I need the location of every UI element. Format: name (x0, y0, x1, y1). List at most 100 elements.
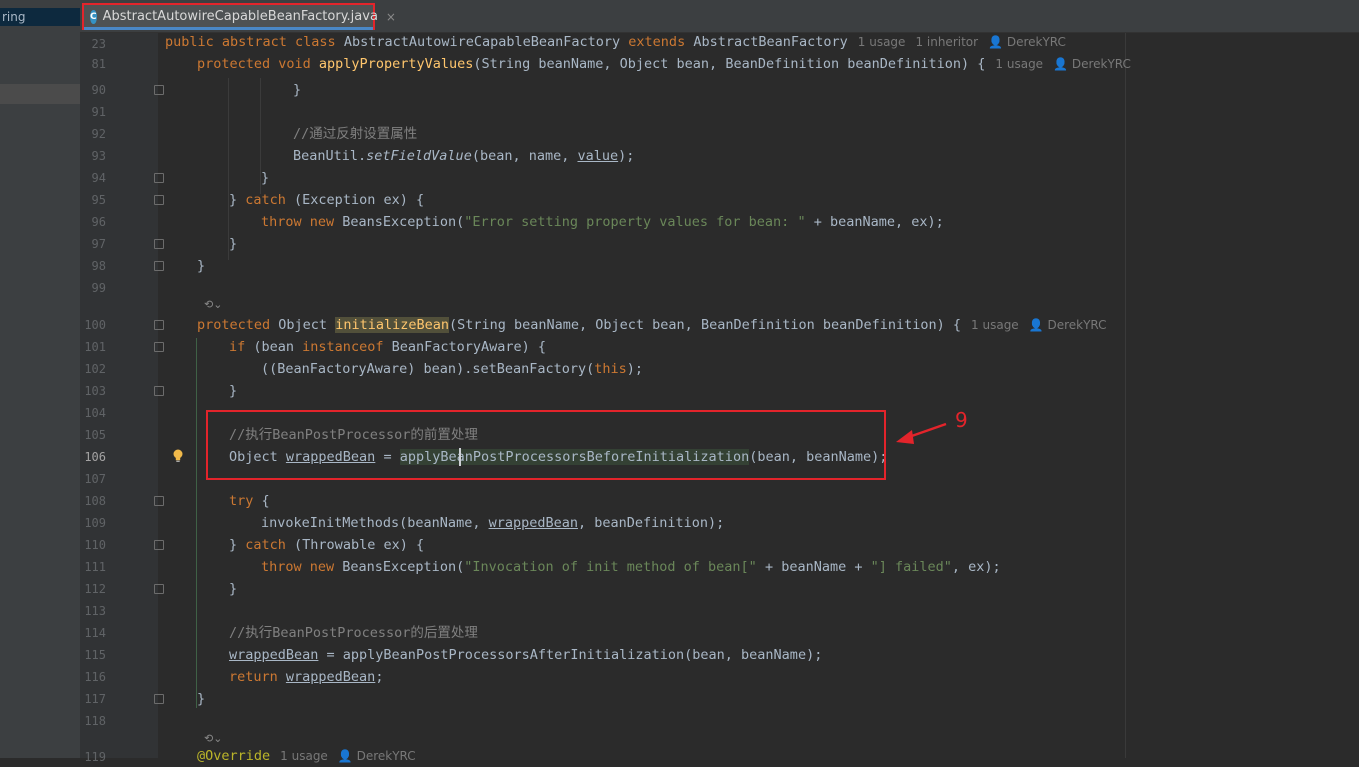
tab-abstract-autowire-capable-bean-factory[interactable]: C AbstractAutowireCapableBeanFactory.jav… (82, 3, 396, 30)
fold-marker-icon[interactable] (154, 173, 164, 183)
author-hint[interactable]: 👤 DerekYRC (988, 35, 1066, 49)
code-line-90[interactable]: } (293, 79, 301, 101)
inheritor-hint[interactable]: 1 inheritor (915, 35, 978, 49)
code-annotation: @Override (197, 748, 271, 764)
fold-marker-icon[interactable] (154, 540, 164, 550)
code-token: wrappedBean (229, 647, 319, 663)
usage-hint[interactable]: 1 usage (280, 749, 328, 763)
code-line-114[interactable]: //执行BeanPostProcessor的后置处理 (229, 622, 478, 644)
code-token: + beanName + (756, 559, 871, 575)
code-line-96[interactable]: throw new BeansException("Error setting … (261, 211, 944, 233)
line-number: 101 (84, 340, 106, 354)
code-line-115[interactable]: wrappedBean = applyBeanPostProcessorsAft… (229, 644, 822, 666)
code-token: ((BeanFactoryAware) bean).setBeanFactory… (261, 361, 595, 377)
code-token: + beanName, ex); (805, 214, 944, 230)
usage-hint[interactable]: 1 usage (971, 318, 1019, 332)
right-margin-guide (1125, 33, 1126, 758)
fold-marker-icon[interactable] (154, 496, 164, 506)
line-number: 92 (91, 127, 106, 141)
line-number: 113 (84, 604, 106, 618)
code-token: try (229, 493, 262, 509)
code-token: this (594, 361, 627, 377)
code-token: ); (626, 361, 644, 377)
line-number: 97 (91, 237, 106, 251)
line-number: 94 (91, 171, 106, 185)
code-line-94[interactable]: } (261, 167, 269, 189)
annotation-arrow-icon (896, 422, 947, 444)
code-token: AbstractBeanFactory (693, 34, 848, 50)
fold-marker-icon[interactable] (154, 239, 164, 249)
code-line-100[interactable]: protected Object initializeBean(String b… (197, 314, 1107, 336)
usage-hint[interactable]: 1 usage (995, 57, 1043, 71)
code-line-93[interactable]: BeanUtil.setFieldValue(bean, name, value… (293, 145, 634, 167)
project-tree-item[interactable]: ring (0, 8, 80, 26)
lightbulb-icon[interactable] (172, 449, 184, 463)
code-line-103[interactable]: } (229, 380, 237, 402)
code-token: (bean (253, 339, 303, 355)
code-token: (bean, name, (471, 148, 578, 164)
fold-marker-icon[interactable] (154, 261, 164, 271)
code-token: catch (245, 192, 295, 208)
code-token: BeanFactoryAware) { (391, 339, 547, 355)
code-line-81[interactable]: protected void applyPropertyValues(Strin… (197, 53, 1131, 75)
active-tab-indicator (84, 27, 373, 30)
code-line-112[interactable]: } (229, 578, 237, 600)
code-token: (Throwable ex) { (294, 537, 425, 553)
line-number: 81 (91, 57, 106, 71)
author-hint[interactable]: 👤 DerekYRC (1029, 318, 1107, 332)
java-class-icon: C (90, 9, 97, 24)
code-token: wrappedBean (285, 669, 376, 685)
code-token: public abstract class (165, 34, 344, 50)
line-number: 104 (84, 406, 106, 420)
line-number: 95 (91, 193, 106, 207)
code-line-97[interactable]: } (229, 233, 237, 255)
code-token: return (229, 669, 286, 685)
fold-marker-icon[interactable] (154, 694, 164, 704)
code-line-23[interactable]: public abstract class AbstractAutowireCa… (165, 31, 1066, 53)
code-line-98[interactable]: } (197, 255, 205, 277)
fold-marker-icon[interactable] (154, 320, 164, 330)
code-line-117[interactable]: } (197, 688, 205, 710)
code-line-111[interactable]: throw new BeansException("Invocation of … (261, 556, 1001, 578)
project-tree-selected-row[interactable] (0, 84, 80, 104)
annotation-highlight-box (206, 410, 886, 480)
code-comment: //通过反射设置属性 (293, 126, 418, 142)
code-lens-icon[interactable]: ⟲⌄ (204, 732, 222, 745)
code-lens-icon[interactable]: ⟲⌄ (204, 298, 222, 311)
close-icon[interactable]: × (386, 10, 396, 24)
code-line-92[interactable]: //通过反射设置属性 (293, 123, 417, 145)
changed-lines-marker (196, 338, 197, 708)
author-name: DerekYRC (1071, 57, 1131, 71)
code-line-110[interactable]: } catch (Throwable ex) { (229, 534, 424, 556)
line-number: 93 (91, 149, 106, 163)
code-token: } (229, 537, 246, 553)
code-line-119[interactable]: @Override 1 usage 👤 DerekYRC (197, 745, 416, 767)
line-number: 117 (84, 692, 106, 706)
code-token: AbstractAutowireCapableBeanFactory (343, 34, 629, 50)
line-number: 118 (84, 714, 106, 728)
line-number: 98 (91, 259, 106, 273)
code-line-95[interactable]: } catch (Exception ex) { (229, 189, 424, 211)
code-token: , beanDefinition); (577, 515, 725, 531)
code-token: extends (628, 34, 694, 50)
code-token: protected (197, 317, 279, 333)
editor-scrollbar[interactable] (1345, 33, 1359, 758)
fold-marker-icon[interactable] (154, 386, 164, 396)
fold-marker-icon[interactable] (154, 584, 164, 594)
code-token: { (261, 493, 270, 509)
fold-marker-icon[interactable] (154, 195, 164, 205)
code-token: applyPropertyValues (318, 56, 474, 72)
code-token: = applyBeanPostProcessorsAfterInitializa… (318, 647, 823, 663)
code-line-102[interactable]: ((BeanFactoryAware) bean).setBeanFactory… (261, 358, 643, 380)
usage-hint[interactable]: 1 usage (858, 35, 906, 49)
author-hint[interactable]: 👤 DerekYRC (338, 749, 416, 763)
code-line-108[interactable]: try { (229, 490, 270, 512)
author-hint[interactable]: 👤 DerekYRC (1053, 57, 1131, 71)
code-line-101[interactable]: if (bean instanceof BeanFactoryAware) { (229, 336, 546, 358)
code-line-109[interactable]: invokeInitMethods(beanName, wrappedBean,… (261, 512, 724, 534)
line-number: 103 (84, 384, 106, 398)
fold-marker-icon[interactable] (154, 342, 164, 352)
code-line-116[interactable]: return wrappedBean; (229, 666, 383, 688)
fold-marker-icon[interactable] (154, 85, 164, 95)
code-token: ; (375, 669, 384, 685)
